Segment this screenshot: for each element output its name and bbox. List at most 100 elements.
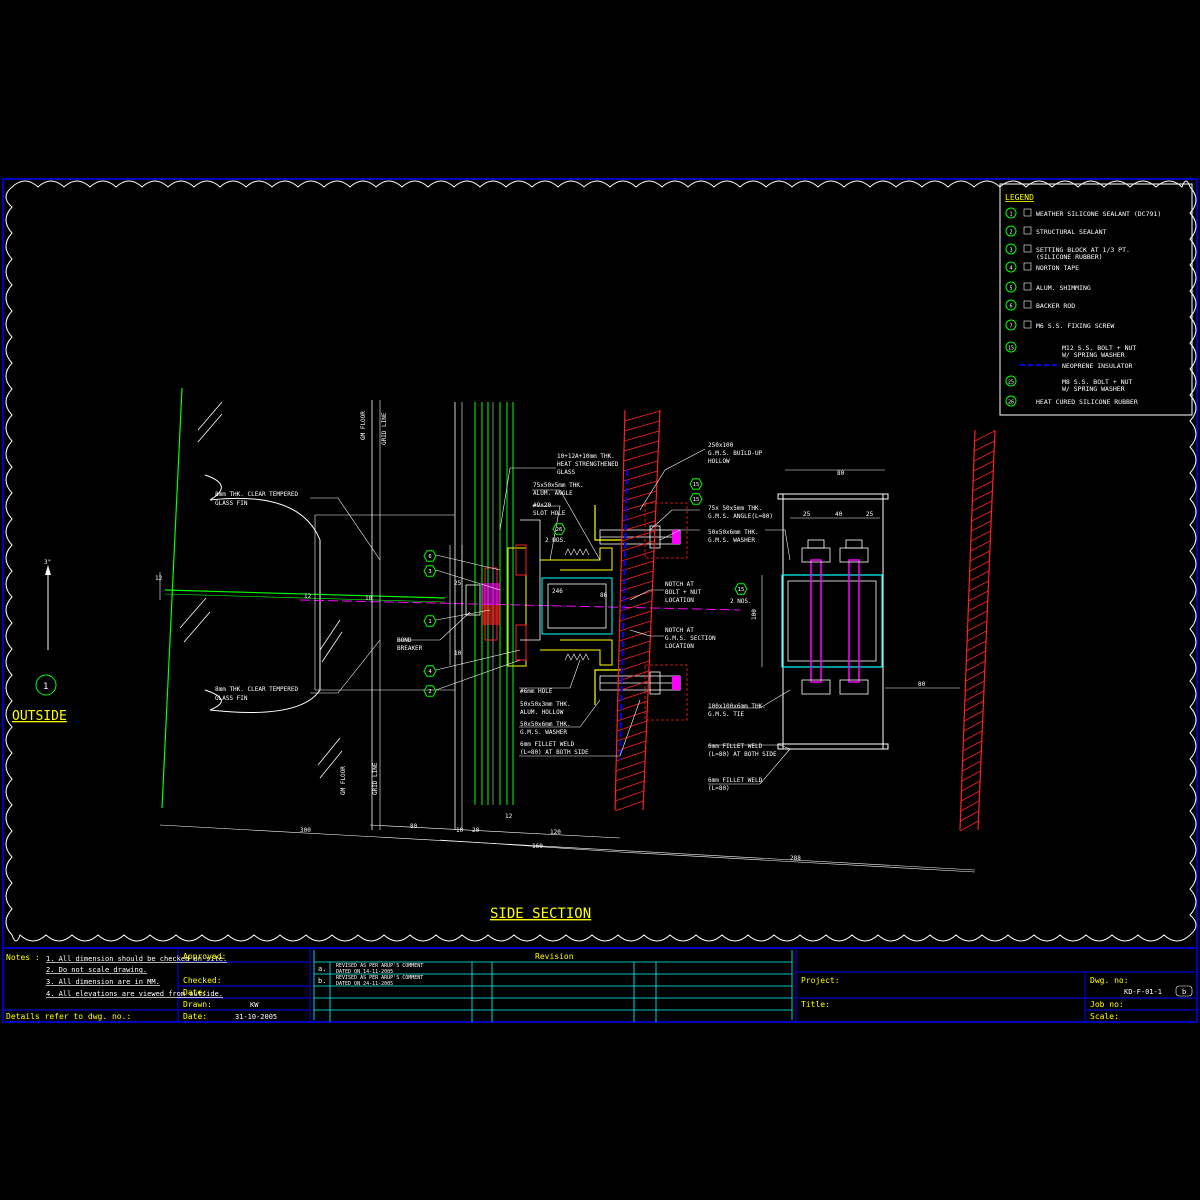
ann-washer-bot-2: G.M.S. WASHER — [520, 729, 567, 736]
dim-86: 86 — [600, 592, 608, 599]
ann-angle-1: 75x50x5mm THK. — [533, 482, 584, 489]
ann-glass-1: 10+12A+10mm THK. — [557, 453, 615, 460]
drawing-frame — [2, 178, 1198, 1023]
date-label-2: Date: — [183, 1012, 207, 1021]
dim-25a: 25 — [803, 511, 811, 518]
ann-nos-15: 2 NOS. — [730, 598, 752, 605]
legend-symbol — [1023, 282, 1032, 291]
callout-number: 3 — [428, 569, 431, 575]
rev-b-line2: DATED ON 24-11-2005 — [336, 981, 393, 987]
drawn-label: Drawn: — [183, 1000, 212, 1009]
ann-angle-2: ALUM. ANGLE — [533, 490, 573, 497]
ann-bond-2: BREAKER — [397, 645, 423, 652]
legend-tag: 4 — [1009, 266, 1012, 272]
cloud-path — [5, 180, 1197, 942]
ann-slot-2: SLOT HOLE — [533, 510, 566, 517]
legend-item-text2: W/ SPRING WASHER — [1062, 351, 1125, 359]
legend-tag: 6 — [1009, 304, 1012, 310]
dim-288: 288 — [790, 855, 801, 862]
legend-item-text: HEAT CURED SILICONE RUBBER — [1036, 398, 1138, 406]
grid-text-3: GM FLOOR — [340, 766, 347, 795]
legend-item-text: M6 S.S. FIXING SCREW — [1036, 322, 1114, 330]
callout-number: 2 — [428, 689, 431, 695]
ann-alum-hollow-1: 50x50x3mm THK. — [520, 701, 571, 708]
legend-symbol — [1023, 244, 1032, 253]
callout-number: 4 — [428, 669, 432, 675]
north-arrow: 3" — [44, 559, 51, 650]
legend-tag: 3 — [1009, 248, 1012, 254]
grid-text-2: GRID LINE — [381, 412, 388, 445]
ann-fillet-r2-2: (L=80) — [708, 785, 730, 792]
callout-number: 15 — [738, 587, 745, 593]
ann-fillet-1: 6mm FILLET WELD — [520, 741, 575, 748]
ann-notch-gms-2: G.M.S. SECTION — [665, 635, 716, 642]
note-2: 2. Do not scale drawing. — [46, 966, 147, 974]
callout-number: 15 — [693, 482, 700, 488]
dim-10b: 10 — [365, 595, 373, 602]
ann-fin-bot-1: 8mm THK. CLEAR TEMPERED — [215, 686, 298, 693]
cad-drawing: LEGEND 1 WEATHER SILICONE SEALANT (DC791)… — [2, 178, 1198, 1023]
dim-40: 40 — [835, 511, 843, 518]
ann-gms-angle-1: 75x 50x5mm THK. — [708, 505, 762, 512]
outside-label: OUTSIDE — [12, 709, 67, 724]
dim-80-right: 80 — [918, 681, 926, 688]
legend-tag: 25 — [1008, 380, 1014, 386]
legend-item-text2: (SILICONE RUBBER) — [1036, 253, 1103, 261]
ann-notch-bolt-3: LOCATION — [665, 597, 694, 604]
approved-label: Approved: — [183, 952, 226, 961]
dim-80: 80 — [410, 823, 418, 830]
ann-fillet-2: (L=80) AT BOTH SIDE — [520, 749, 589, 756]
dim-100: 100 — [751, 609, 758, 620]
dim-246: 246 — [552, 588, 563, 595]
legend: LEGEND 1 WEATHER SILICONE SEALANT (DC791)… — [999, 183, 1193, 416]
dim-300: 300 — [300, 827, 311, 834]
legend-tag: 5 — [1009, 286, 1012, 292]
ann-hollow-2: G.M.S. BUILD-UP — [708, 450, 763, 457]
ann-notch-bolt-2: BOLT + NUT — [665, 589, 702, 596]
note-3: 3. All dimension are in MM. — [46, 978, 160, 986]
dwg-no-value: KD-F-01-1 — [1124, 988, 1162, 996]
legend-item-text2: W/ SPRING WASHER — [1062, 385, 1125, 393]
ann-gms-angle-2: G.M.S. ANGLE(L=80) — [708, 513, 773, 520]
date-label-1: Date: — [183, 988, 207, 997]
north-label: 3" — [44, 559, 51, 566]
ann-fin-bot-2: GLASS FIN — [215, 695, 248, 702]
notes-label: Notes : — [6, 953, 40, 962]
revision-label: Revision — [535, 952, 574, 961]
legend-item-text: NORTON TAPE — [1036, 264, 1079, 272]
dim-80-top: 80 — [837, 470, 845, 477]
ann-fillet-r2-1: 6mm FILLET WELD — [708, 777, 763, 784]
dwg-no-label: Dwg. no: — [1090, 976, 1129, 985]
dim-25c: 25 — [454, 580, 462, 587]
ann-nos-1: 2 NOS. — [545, 537, 567, 544]
dim-12b: 12 — [304, 593, 312, 600]
legend-title: LEGEND — [1005, 193, 1034, 202]
legend-item-text: NEOPRENE INSULATOR — [1062, 362, 1133, 370]
legend-symbol — [1023, 262, 1032, 271]
ann-hollow-1: 250x100 — [708, 442, 734, 449]
legend-symbol — [1023, 226, 1032, 235]
dim-20: 20 — [472, 827, 480, 834]
legend-tag: 26 — [1008, 400, 1014, 406]
ann-alum-hollow-2: ALUM. HOLLOW — [520, 709, 564, 716]
legend-symbol — [1023, 300, 1032, 309]
ann-notch-gms-1: NOTCH AT — [665, 627, 694, 634]
checked-label: Checked: — [183, 976, 222, 985]
ann-notch-gms-3: LOCATION — [665, 643, 694, 650]
dim-25b: 25 — [866, 511, 874, 518]
dim-10: 10 — [456, 827, 464, 834]
rev-a-tag: a. — [318, 965, 326, 973]
legend-item-text: ALUM. SHIMMING — [1036, 284, 1091, 292]
ann-fin-top-1: 8mm THK. CLEAR TEMPERED — [215, 491, 298, 498]
ann-fillet-r1-1: 6mm FILLET WELD — [708, 743, 763, 750]
title-label: Title: — [801, 1000, 830, 1009]
ann-fin-top-2: GLASS FIN — [215, 500, 248, 507]
ann-tie-2: G.M.S. TIE — [708, 711, 745, 718]
legend-symbol — [1023, 320, 1032, 329]
section-title: SIDE SECTION — [490, 906, 591, 922]
dim-120: 120 — [550, 829, 561, 836]
grid-text-4: GRID LINE — [372, 762, 379, 795]
ann-washer-bot-1: 50x50x6mm THK. — [520, 721, 571, 728]
legend-tag: 7 — [1009, 324, 1012, 330]
legend-tag: 1 — [1009, 212, 1012, 218]
